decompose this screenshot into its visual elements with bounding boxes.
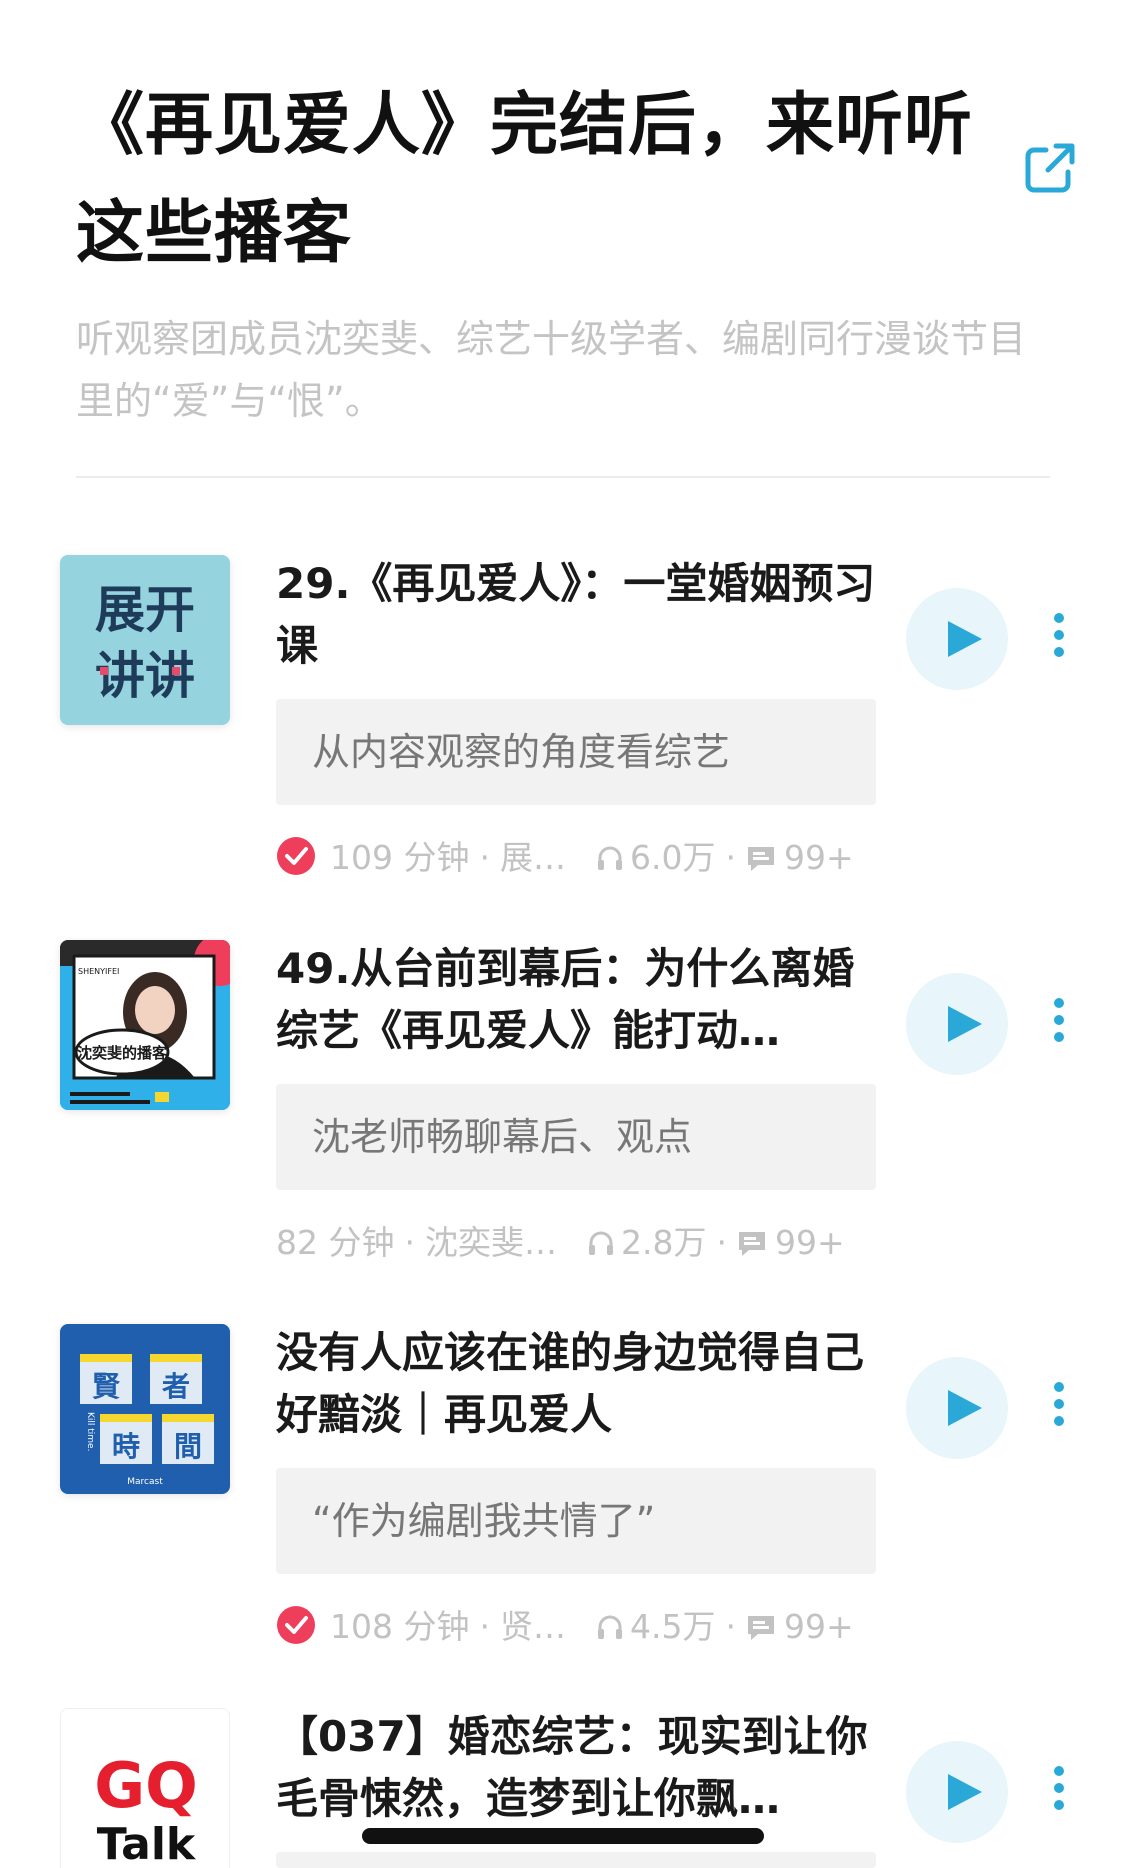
- cover-tagline: Kill time.: [85, 1412, 95, 1451]
- play-icon: [948, 1390, 982, 1426]
- comment-icon: [738, 1232, 765, 1256]
- play-count: 4.5万: [629, 1607, 716, 1646]
- play-icon: [948, 1774, 982, 1810]
- recommendation-text: “作为编剧我共情了”: [312, 1499, 656, 1543]
- separator: ·: [725, 1607, 736, 1646]
- more-options-button[interactable]: [1044, 1382, 1074, 1434]
- comment-icon: [747, 1616, 774, 1640]
- dot-icon: [1054, 998, 1064, 1008]
- recommendation-text: 沈老师畅聊幕后、观点: [312, 1115, 693, 1159]
- play-button[interactable]: [906, 973, 1008, 1075]
- recommendation-box: 沈老师畅聊幕后、观点: [276, 1084, 876, 1190]
- dot-icon: [1054, 1766, 1064, 1776]
- episode-title[interactable]: 29.《再见爱人》：一堂婚姻预习课: [276, 553, 886, 677]
- separator: ·: [479, 838, 490, 877]
- author: 展…: [499, 838, 566, 877]
- episode-title[interactable]: 【037】婚恋综艺：现实到让你毛骨悚然，造梦到让你飘…: [276, 1706, 886, 1830]
- cover-text-line2: 讲讲: [95, 647, 195, 705]
- cover-char: 賢: [92, 1370, 121, 1403]
- play-count: 6.0万: [629, 838, 716, 877]
- episode-title[interactable]: 49.从台前到幕后：为什么离婚综艺《再见爱人》能打动…: [276, 938, 886, 1062]
- headphones-icon: [597, 846, 622, 870]
- cover-char: 間: [174, 1430, 202, 1463]
- duration: 108 分钟: [330, 1607, 470, 1646]
- dot-icon: [1054, 1783, 1064, 1793]
- episode-item[interactable]: 展开 讲讲 29.《再见爱人》：一堂婚姻预习课 从内容观察的角度看综艺 109 …: [0, 555, 1125, 939]
- cover-brand: SHENYIFEI: [78, 967, 119, 976]
- play-button[interactable]: [906, 1741, 1008, 1843]
- dot-icon: [1054, 1416, 1064, 1426]
- cover-logo-gq: GQ: [94, 1749, 198, 1822]
- dot-icon: [1054, 613, 1064, 623]
- play-button[interactable]: [906, 588, 1008, 690]
- played-check-icon: [277, 837, 315, 875]
- cover-art-shenyifei: 沈奕斐的播客 SHENYIFEI: [60, 940, 230, 1110]
- dot-icon: [1054, 1032, 1064, 1042]
- podcast-cover[interactable]: 展开 讲讲: [60, 555, 230, 725]
- page-subtitle: 听观察团成员沈奕斐、综艺十级学者、编剧同行漫谈节目里的“爱”与“恨”。: [76, 317, 1027, 423]
- cover-art-gqtalk: GQ Talk: [61, 1709, 229, 1868]
- home-indicator[interactable]: [362, 1828, 764, 1844]
- dot-icon: [1054, 1399, 1064, 1409]
- separator: ·: [404, 1223, 415, 1262]
- episode-item[interactable]: 賢 者 時 間 Kill time. Marcast 没有人应该在谁的身边觉得自…: [0, 1324, 1125, 1708]
- episode-meta: 108 分钟 · 贤… 4.5万 · 99+: [276, 1602, 896, 1652]
- podcast-cover[interactable]: 賢 者 時 間 Kill time. Marcast: [60, 1324, 230, 1494]
- play-icon: [948, 621, 982, 657]
- cover-text-line1: 展开: [95, 581, 195, 639]
- episode-item[interactable]: 沈奕斐的播客 SHENYIFEI 49.从台前到幕后：为什么离婚综艺《再见爱人》…: [0, 940, 1125, 1324]
- dot-icon: [1054, 647, 1064, 657]
- episode-title[interactable]: 没有人应该在谁的身边觉得自己好黯淡｜再见爱人: [276, 1322, 886, 1446]
- comment-count: 99+: [783, 838, 854, 877]
- play-icon: [948, 1006, 982, 1042]
- share-external-icon[interactable]: [1022, 140, 1078, 196]
- cover-art-zhankai: 展开 讲讲: [60, 555, 230, 725]
- duration: 109 分钟: [330, 838, 470, 877]
- separator: ·: [716, 1223, 727, 1262]
- cover-brand: Marcast: [127, 1477, 163, 1487]
- dot-icon: [1054, 1015, 1064, 1025]
- cover-art-xianzhe: 賢 者 時 間 Kill time. Marcast: [60, 1324, 230, 1494]
- separator: ·: [479, 1607, 490, 1646]
- play-button[interactable]: [906, 1357, 1008, 1459]
- dot-icon: [1054, 1382, 1064, 1392]
- episode-meta: 82 分钟 · 沈奕斐… 2.8万 · 99+: [276, 1218, 896, 1268]
- more-options-button[interactable]: [1044, 1766, 1074, 1818]
- recommendation-text: 从内容观察的角度看综艺: [312, 730, 731, 774]
- headphones-icon: [588, 1231, 613, 1255]
- play-count: 2.8万: [620, 1223, 707, 1262]
- recommendation-box: [276, 1852, 876, 1868]
- played-check-icon: [277, 1606, 315, 1644]
- dot-icon: [1054, 1800, 1064, 1810]
- dot-icon: [1054, 630, 1064, 640]
- separator: ·: [725, 838, 736, 877]
- cover-char: 者: [162, 1370, 190, 1403]
- cover-char: 時: [112, 1430, 140, 1463]
- headphones-icon: [597, 1615, 622, 1639]
- recommendation-box: 从内容观察的角度看综艺: [276, 699, 876, 805]
- recommendation-box: “作为编剧我共情了”: [276, 1468, 876, 1574]
- comment-count: 99+: [774, 1223, 845, 1262]
- comment-icon: [747, 847, 774, 871]
- podcast-cover[interactable]: 沈奕斐的播客 SHENYIFEI: [60, 940, 230, 1110]
- divider: [76, 476, 1050, 478]
- more-options-button[interactable]: [1044, 998, 1074, 1050]
- episode-meta: 109 分钟 · 展… 6.0万 · 99+: [276, 833, 896, 883]
- podcast-cover[interactable]: GQ Talk: [60, 1708, 230, 1868]
- page-title: 《再见爱人》完结后，来听听这些播客: [76, 86, 974, 273]
- duration: 82 分钟: [276, 1223, 395, 1262]
- comment-count: 99+: [783, 1607, 854, 1646]
- author: 沈奕斐…: [424, 1223, 557, 1262]
- cover-logo-talk: Talk: [97, 1819, 197, 1868]
- cover-podcast-name: 沈奕斐的播客: [77, 1044, 168, 1062]
- episode-item[interactable]: GQ Talk 【037】婚恋综艺：现实到让你毛骨悚然，造梦到让你飘…: [0, 1708, 1125, 1868]
- author: 贤…: [499, 1607, 566, 1646]
- more-options-button[interactable]: [1044, 613, 1074, 665]
